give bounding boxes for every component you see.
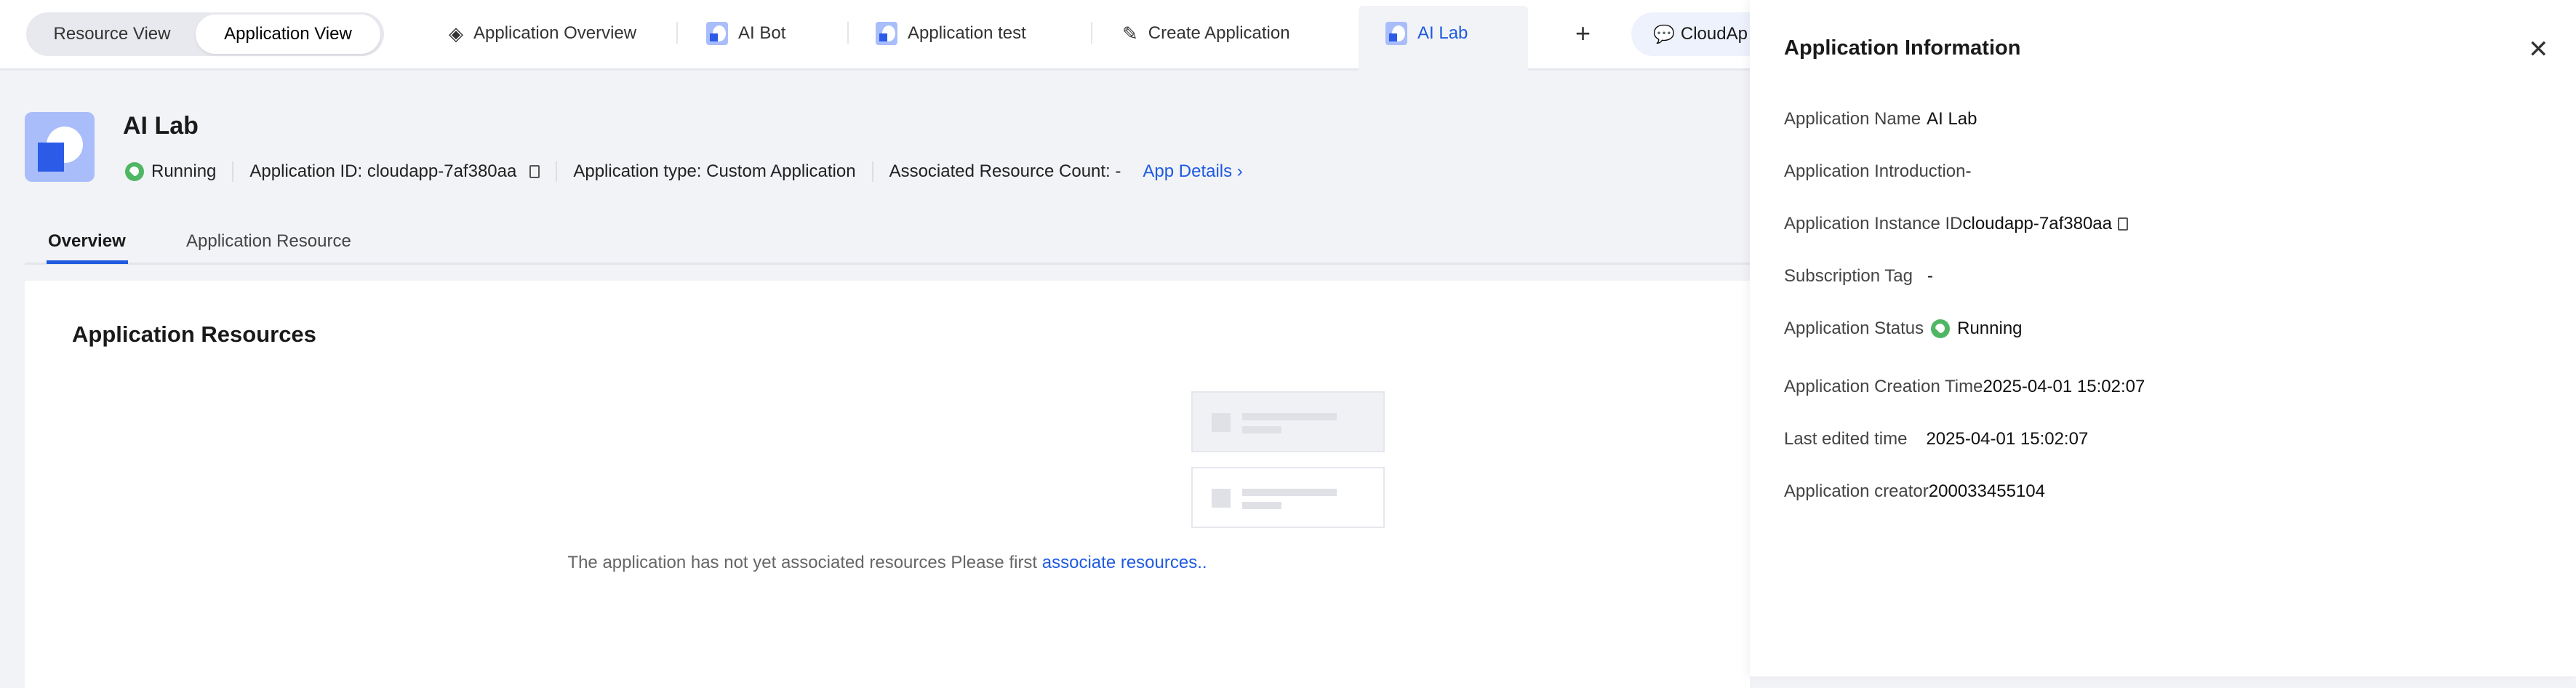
application-info-drawer: Application Information ✕ Application Na…	[1750, 0, 2576, 676]
layers-icon: ◈	[449, 22, 463, 44]
add-tab-button[interactable]: +	[1575, 16, 1591, 51]
label: Application Instance ID	[1784, 214, 1963, 233]
tab-ai-bot[interactable]: AI Bot	[706, 16, 785, 51]
tab-application-resource[interactable]: Application Resource	[186, 231, 351, 252]
subtabs: Overview Application Resource	[25, 230, 1750, 265]
section-title: Application Resources	[72, 321, 316, 347]
value: 200033455104	[1928, 481, 2045, 501]
app-icon	[876, 22, 897, 45]
label: Application Name	[1784, 109, 1921, 129]
label: Last edited time	[1784, 429, 1908, 449]
label: Application Status	[1784, 319, 1924, 338]
tab-application-overview[interactable]: ◈ Application Overview	[449, 16, 636, 51]
app-details-link[interactable]: App Details ›	[1143, 161, 1242, 182]
info-row-name: Application Name AI Lab	[1784, 109, 1977, 129]
tab-label: Application test	[908, 23, 1026, 43]
app-icon	[706, 22, 728, 45]
tab-label: Application Overview	[473, 23, 637, 43]
tab-overview[interactable]: Overview	[48, 231, 126, 252]
copy-icon[interactable]	[529, 165, 540, 178]
drawer-title: Application Information	[1784, 36, 2021, 60]
info-row-instance-id: Application Instance ID cloudapp-7af380aa	[1784, 214, 2128, 234]
app-type: Application type: Custom Application	[573, 161, 856, 181]
value: AI Lab	[1927, 109, 1977, 129]
app-logo	[25, 112, 95, 182]
label: Subscription Tag	[1784, 266, 1913, 286]
copy-icon[interactable]	[2118, 217, 2128, 231]
value: 2025-04-01 15:02:07	[1926, 429, 2089, 449]
top-bar: Resource View Application View ◈ Applicat…	[0, 0, 1777, 73]
label: Application creator	[1784, 481, 1929, 501]
page-title: AI Lab	[123, 112, 199, 140]
running-status-icon	[125, 162, 144, 181]
close-icon[interactable]: ✕	[2528, 35, 2549, 64]
status-text: Running	[151, 161, 217, 181]
running-status-icon	[1931, 319, 1951, 338]
info-row-creation-time: Application Creation Time 2025-04-01 15:0…	[1784, 377, 2145, 397]
tab-ai-lab[interactable]: AI Lab	[1385, 16, 1468, 51]
divider	[1091, 22, 1092, 44]
info-row-status: Application Status Running	[1784, 319, 2023, 339]
value: 2025-04-01 15:02:07	[1983, 377, 2145, 396]
info-row-creator: Application creator 200033455104	[1784, 481, 2045, 502]
app-meta: Running Application ID: cloudapp-7af380a…	[125, 160, 1243, 183]
divider	[847, 22, 849, 44]
tab-label: AI Lab	[1417, 23, 1468, 43]
info-row-last-edited: Last edited time 2025-04-01 15:02:07	[1784, 429, 2088, 449]
tab-label: AI Bot	[738, 23, 786, 43]
label: Application Creation Time	[1784, 377, 1983, 396]
value: -	[1927, 266, 1933, 286]
value: Running	[1957, 319, 2023, 338]
resource-view-button[interactable]: Resource View	[28, 15, 196, 54]
chat-icon: 💬	[1653, 24, 1675, 44]
associate-resources-link[interactable]: associate resources..	[1042, 553, 1207, 572]
divider	[676, 22, 678, 44]
resources-card: Application Resources The application ha…	[25, 281, 1750, 688]
tab-application-test[interactable]: Application test	[876, 16, 1026, 51]
active-tab-indicator	[47, 260, 128, 264]
info-row-subscription-tag: Subscription Tag -	[1784, 266, 1933, 287]
view-switch[interactable]: Resource View Application View	[26, 12, 384, 56]
label: Application Introduction	[1784, 161, 1966, 181]
app-id: Application ID: cloudapp-7af380aa	[249, 161, 517, 181]
value: -	[1965, 161, 1972, 181]
empty-message: The application has not yet associated r…	[25, 553, 1750, 573]
tab-create-application[interactable]: ✎ Create Application	[1122, 16, 1290, 51]
empty-illustration	[1191, 391, 1385, 543]
resource-count: Associated Resource Count: -	[889, 161, 1121, 181]
application-view-button[interactable]: Application View	[196, 15, 380, 54]
pencil-icon: ✎	[1122, 22, 1138, 44]
value: cloudapp-7af380aa	[1962, 214, 2112, 233]
cloud-label: CloudAp	[1680, 24, 1748, 44]
app-icon	[1385, 22, 1407, 45]
info-row-introduction: Application Introduction -	[1784, 161, 1972, 182]
empty-text: The application has not yet associated r…	[567, 553, 1042, 572]
app-details-label: App Details	[1143, 161, 1233, 181]
tab-label: Create Application	[1148, 23, 1290, 43]
